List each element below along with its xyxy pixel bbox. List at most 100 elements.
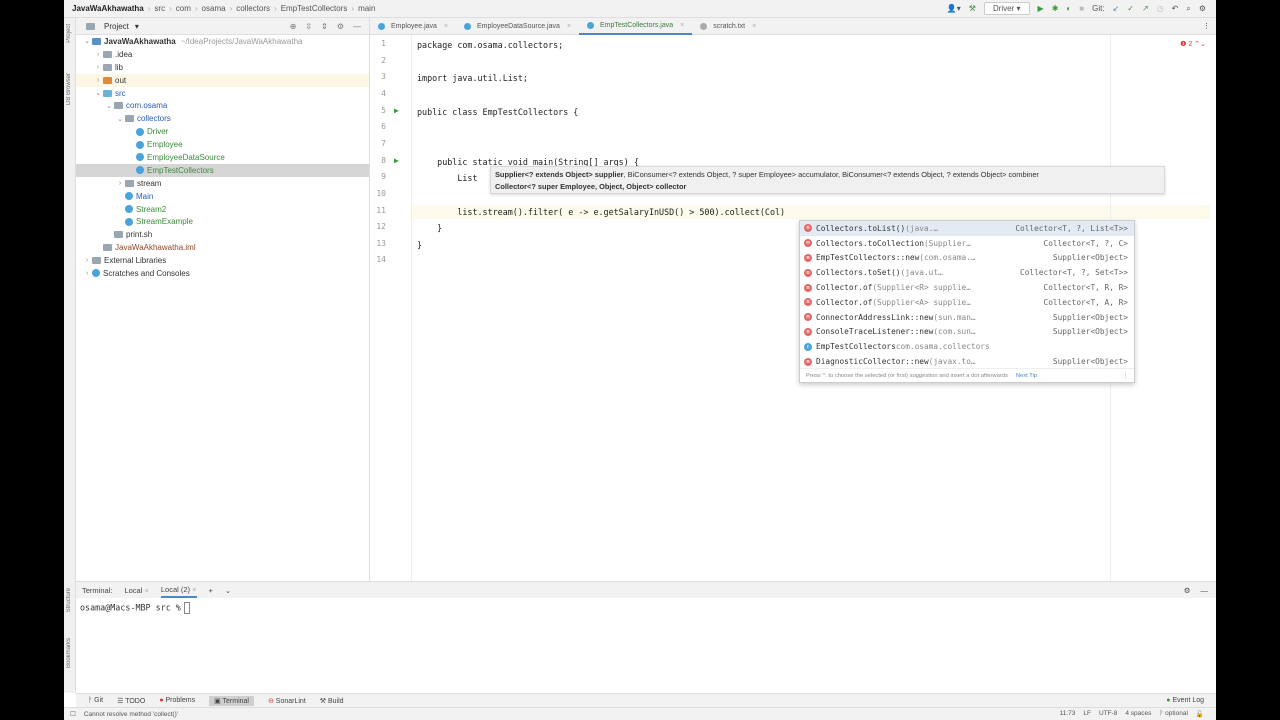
bookmarks-tool-button[interactable]: Bookmarks <box>66 638 72 668</box>
caret-position[interactable]: 11:73 <box>1060 710 1076 718</box>
terminal-tab[interactable]: Local × <box>124 586 148 595</box>
tree-item[interactable]: EmpTestCollectors <box>76 163 369 177</box>
completion-item[interactable]: m Collector.of (Supplier<A> supplie… Collec… <box>800 295 1134 310</box>
terminal-output[interactable]: osama@Macs-MBP src % <box>76 598 1216 618</box>
close-tab-icon[interactable]: × <box>680 22 684 29</box>
tree-item[interactable]: › out <box>76 73 369 87</box>
coverage-icon[interactable]: ◐ <box>1066 4 1071 13</box>
completion-item[interactable]: m Collectors.toSet() (java.ut… Collector<T… <box>800 265 1134 280</box>
collapse-all-icon[interactable]: ⇕ <box>321 22 328 31</box>
tool-problems[interactable]: ● Problems <box>159 697 195 704</box>
structure-tool-button[interactable]: Structure <box>66 588 72 612</box>
breadcrumb-item[interactable]: EmpTestCollectors <box>281 4 348 13</box>
tool-sonarlint[interactable]: ⊖ SonarLint <box>268 697 306 705</box>
rollback-icon[interactable]: ↶ <box>1172 4 1179 13</box>
file-encoding[interactable]: UTF-8 <box>1099 710 1117 718</box>
terminal-tab-active[interactable]: Local (2) × <box>160 582 197 598</box>
tree-item[interactable]: › stream <box>76 177 369 190</box>
completion-item[interactable]: m ConnectorAddressLink::new (sun.man… Supp… <box>800 310 1134 325</box>
completion-item[interactable]: m ConsoleTraceListener::new (com.sun… Supp… <box>800 325 1134 340</box>
code-line[interactable]: List <box>417 171 477 185</box>
tree-item[interactable]: Main <box>76 190 369 203</box>
tree-item[interactable]: Employee <box>76 138 369 151</box>
expand-all-icon[interactable]: ⇳ <box>305 22 312 31</box>
locate-icon[interactable]: ⊕ <box>290 22 297 31</box>
user-icon[interactable]: 👤▾ <box>947 4 961 13</box>
gear-icon[interactable]: ⚙ <box>337 22 344 31</box>
build-hammer-icon[interactable]: ⚒ <box>969 4 976 13</box>
chevron-down-icon[interactable]: ⌄ <box>93 89 103 97</box>
chevron-right-icon[interactable]: › <box>82 257 92 264</box>
git-branch[interactable]: ᚹ optional <box>1159 710 1188 718</box>
search-icon[interactable]: ⌕ <box>1186 4 1190 14</box>
gear-icon[interactable]: ⚙ <box>1184 586 1191 595</box>
hide-icon[interactable]: — <box>353 22 361 31</box>
completion-item[interactable]: m Collectors.toList() (java.… Collector<T,… <box>800 221 1134 236</box>
tree-item[interactable]: StreamExample <box>76 215 369 228</box>
tree-item[interactable]: › External Libraries <box>76 254 369 267</box>
tree-item[interactable]: EmployeeDataSource <box>76 151 369 164</box>
project-tool-button[interactable]: Project <box>66 24 72 43</box>
stop-icon[interactable]: ■ <box>1079 4 1084 13</box>
chevron-down-icon[interactable]: ⌄ <box>104 102 114 110</box>
close-tab-icon[interactable]: × <box>444 23 448 30</box>
completion-item[interactable]: m DiagnosticCollector::new (javax.to… Supp… <box>800 354 1134 369</box>
completion-item[interactable]: m Collectors.toCollection (Supplier… Collec… <box>800 236 1134 251</box>
breadcrumb-item[interactable]: osama <box>202 4 226 13</box>
chevron-right-icon[interactable]: › <box>93 51 103 58</box>
chevron-right-icon[interactable]: › <box>93 77 103 84</box>
breadcrumb-project[interactable]: JavaWaAkhawatha <box>72 4 144 13</box>
event-log-button[interactable]: ● Event Log <box>1166 697 1204 704</box>
tool-build[interactable]: ⚒ Build <box>320 697 344 705</box>
run-class-icon[interactable]: ▶ <box>394 106 399 115</box>
breadcrumb-item[interactable]: src <box>154 4 165 13</box>
more-icon[interactable]: ⋮ <box>1122 373 1128 379</box>
history-icon[interactable]: ◷ <box>1157 4 1164 13</box>
next-tip-link[interactable]: Next Tip <box>1016 373 1037 379</box>
tree-item[interactable]: ⌄ src <box>76 87 369 100</box>
code-line[interactable]: package com.osama.collectors; <box>417 38 563 52</box>
tree-item[interactable]: Stream2 <box>76 203 369 216</box>
lock-icon[interactable]: 🔓 <box>1196 710 1204 718</box>
breadcrumb-item[interactable]: collectors <box>236 4 270 13</box>
tree-item[interactable]: print.sh <box>76 228 369 241</box>
tab-employeedatasource-java[interactable]: EmployeeDataSource.java × <box>456 18 579 35</box>
status-toggle-icon[interactable]: ☐ <box>70 710 76 718</box>
settings-gear-icon[interactable]: ⚙ <box>1199 4 1206 13</box>
chevron-right-icon[interactable]: › <box>93 64 103 71</box>
tree-item[interactable]: › .idea <box>76 48 369 61</box>
close-tab-icon[interactable]: × <box>752 23 756 30</box>
error-indicator[interactable]: ❶ 2 ⌃⌄ <box>1180 40 1206 48</box>
breadcrumb-item[interactable]: main <box>358 4 375 13</box>
tab-scratch-txt[interactable]: scratch.txt × <box>692 18 764 35</box>
run-icon[interactable]: ▶ <box>1038 4 1044 13</box>
code-line[interactable]: list.stream().filter( e -> e.getSalaryIn… <box>417 205 785 219</box>
tab-emptestcollectors-java[interactable]: EmpTestCollectors.java × <box>579 18 693 35</box>
chevron-right-icon[interactable]: › <box>82 270 92 277</box>
tree-item[interactable]: Driver <box>76 125 369 138</box>
tree-item[interactable]: › Scratches and Consoles <box>76 267 369 280</box>
chevron-down-icon[interactable]: ⌄ <box>115 115 125 123</box>
db-browser-tool-button[interactable]: DB Browser <box>66 73 72 105</box>
tool-git[interactable]: ᚹ Git <box>88 697 103 704</box>
project-view-select[interactable]: Project <box>104 22 129 31</box>
completion-item[interactable]: m EmpTestCollectors::new (com.osama.… Supp… <box>800 251 1134 266</box>
indent-setting[interactable]: 4 spaces <box>1125 710 1151 718</box>
tabs-more-icon[interactable]: ⋮ <box>1203 22 1210 30</box>
tree-item[interactable]: › lib <box>76 61 369 74</box>
chevron-down-icon[interactable]: ⌄ <box>225 586 231 595</box>
completion-item[interactable]: m Collector.of (Supplier<R> supplie… Collec… <box>800 280 1134 295</box>
close-tab-icon[interactable]: × <box>567 23 571 30</box>
chevron-right-icon[interactable]: › <box>115 180 125 187</box>
tree-item[interactable]: ⌄ com.osama <box>76 99 369 112</box>
git-commit-icon[interactable]: ✓ <box>1127 4 1134 13</box>
code-line[interactable]: public class EmpTestCollectors { <box>417 105 578 119</box>
chevron-down-icon[interactable]: ⌄ <box>82 37 92 45</box>
debug-icon[interactable]: ✱ <box>1052 4 1059 13</box>
tree-item[interactable]: ⌄ collectors <box>76 112 369 125</box>
tool-terminal[interactable]: ▣ Terminal <box>209 695 254 706</box>
code-line[interactable]: import java.util.List; <box>417 71 528 85</box>
completion-item[interactable]: c EmpTestCollectors com.osama.collectors <box>800 339 1134 354</box>
git-update-icon[interactable]: ↙ <box>1113 4 1120 13</box>
tool-todo[interactable]: ☰ TODO <box>117 697 145 705</box>
